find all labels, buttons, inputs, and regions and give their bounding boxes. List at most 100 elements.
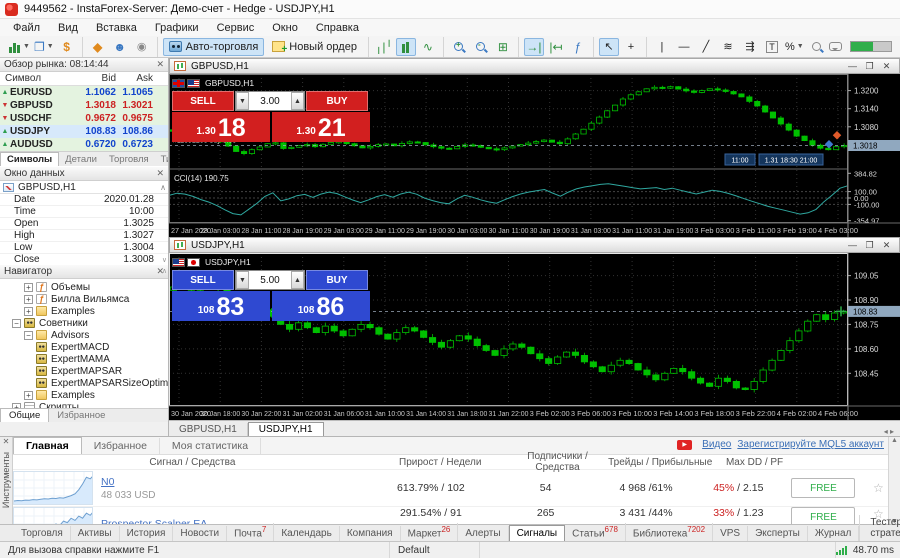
menu-charts[interactable]: Графики [146, 21, 208, 35]
sell-price[interactable]: 1.3018 [172, 112, 270, 142]
search-icon[interactable] [812, 42, 821, 51]
expand-icon[interactable]: + [24, 295, 33, 304]
tab-signals-mystats[interactable]: Моя статистика [160, 438, 261, 454]
tree-item-bill-williams[interactable]: +ƒБилла Вильямса [0, 293, 168, 305]
new-chart-button[interactable]: ▼ [8, 38, 31, 56]
restore-icon[interactable]: ❐ [861, 60, 878, 72]
candles-view-button[interactable] [396, 38, 416, 56]
chat-icon[interactable] [829, 42, 842, 51]
accounts-button[interactable]: $ [57, 38, 77, 56]
tile-windows-button[interactable]: ⊞ [493, 38, 513, 56]
autotrade-button[interactable]: Авто-торговля [163, 38, 265, 56]
tab-company[interactable]: Компания [340, 526, 401, 541]
close-icon[interactable]: ✕ [156, 59, 164, 70]
tab-signals[interactable]: Сигналы [509, 525, 566, 541]
chart-tab-usdjpy[interactable]: USDJPY,H1 [248, 422, 324, 436]
video-icon[interactable]: ▶ [677, 440, 692, 450]
menu-help[interactable]: Справка [307, 21, 368, 35]
sell-price[interactable]: 10883 [172, 291, 270, 321]
community-button[interactable]: ☻ [110, 38, 130, 56]
menu-insert[interactable]: Вставка [87, 21, 146, 35]
chart-window-titlebar[interactable]: USDJPY,H1 — ❐ ✕ [169, 237, 900, 253]
tab-history[interactable]: История [120, 526, 174, 541]
sell-button[interactable]: SELL [172, 270, 234, 290]
tab-mail[interactable]: Почта7 [227, 523, 274, 541]
signal-row[interactable]: N048 033 USD 613.79% / 102 54 4 968 /61%… [13, 470, 888, 507]
volume-stepper[interactable]: ▼ 3.00 ▲ [235, 91, 305, 111]
bars-view-button[interactable]: ╷|╵ [374, 38, 394, 56]
crosshair-tool-button[interactable]: + [621, 38, 641, 56]
favorite-star-icon[interactable]: ☆ [869, 481, 888, 495]
tab-signals-home[interactable]: Главная [13, 437, 82, 454]
tab-trading[interactable]: Торговля [103, 153, 155, 166]
volume-up-icon[interactable]: ▲ [291, 271, 304, 289]
volume-up-icon[interactable]: ▲ [291, 92, 304, 110]
scroll-up-icon[interactable]: ∧ [162, 267, 167, 275]
tree-item-advisors[interactable]: −Advisors [0, 329, 168, 341]
market-watch-row[interactable]: ▼ GBPUSD1.30181.3021 [0, 99, 168, 112]
volume-value[interactable]: 5.00 [249, 271, 291, 289]
broadcast-button[interactable]: ◉ [132, 38, 152, 56]
tree-item-expertmapsarsizeoptim[interactable]: ExpertMAPSARSizeOptim [0, 377, 168, 389]
scroll-down-icon[interactable]: ∨ [162, 256, 167, 264]
expand-icon[interactable]: + [24, 307, 33, 316]
vline-tool-button[interactable]: | [652, 38, 672, 56]
cursor-tool-button[interactable]: ↖ [599, 38, 619, 56]
close-icon[interactable]: ✕ [0, 437, 12, 446]
close-icon[interactable]: ✕ [156, 168, 164, 179]
volume-down-icon[interactable]: ▼ [236, 271, 249, 289]
tab-codebase[interactable]: Библиотека7202 [626, 523, 713, 541]
close-icon[interactable]: ✕ [878, 60, 895, 72]
text-tool-button[interactable]: T [762, 38, 782, 56]
indicators-button[interactable]: ƒ [568, 38, 588, 56]
tree-item-expertmacd[interactable]: ExpertMACD [0, 341, 168, 353]
register-mql5-link[interactable]: Зарегистрируйте MQL5 аккаунт [737, 439, 884, 450]
signal-name-link[interactable]: N0 [101, 476, 155, 488]
chart-shift-button[interactable]: |↤ [546, 38, 566, 56]
channel-tool-button[interactable]: ⇶ [740, 38, 760, 56]
tab-details[interactable]: Детали [59, 153, 103, 166]
line-view-button[interactable]: ∿ [418, 38, 438, 56]
tree-item-experts[interactable]: −Советники [0, 317, 168, 329]
status-profile[interactable]: Default [390, 542, 480, 558]
free-button[interactable]: FREE [791, 507, 855, 524]
volume-down-icon[interactable]: ▼ [236, 92, 249, 110]
signal-row[interactable]: Prospector Scalper EA 291.54% / 91 265 3… [13, 507, 888, 524]
tab-trade[interactable]: Торговля [14, 526, 71, 541]
auto-scroll-button[interactable]: →| [524, 38, 544, 56]
tab-common[interactable]: Общие [0, 408, 49, 422]
buy-price[interactable]: 10886 [272, 291, 370, 321]
trendline-tool-button[interactable]: ╱ [696, 38, 716, 56]
market-watch-row-selected[interactable]: ▲ USDJPY108.83108.86 [0, 125, 168, 138]
collapse-icon[interactable]: − [12, 319, 21, 328]
new-order-button[interactable]: Новый ордер [266, 38, 363, 56]
menu-view[interactable]: Вид [49, 21, 87, 35]
buy-button[interactable]: BUY [306, 91, 368, 111]
tab-journal[interactable]: Журнал [808, 526, 860, 541]
close-icon[interactable]: ✕ [878, 239, 895, 251]
tree-item-volumes[interactable]: +ƒОбъемы∧ [0, 281, 168, 293]
market-watch-row[interactable]: ▲ AUDUSD0.67200.6723 [0, 138, 168, 151]
scroll-up-icon[interactable]: ∧ [160, 183, 168, 192]
volume-value[interactable]: 3.00 [249, 92, 291, 110]
tab-articles[interactable]: Статьи678 [565, 523, 626, 541]
zoom-in-button[interactable]: + [449, 38, 469, 56]
tab-favorites[interactable]: Избранное [49, 409, 113, 422]
chart-tab-gbpusd[interactable]: GBPUSD,H1 [169, 423, 248, 436]
tab-ticks[interactable]: Тики [155, 153, 168, 166]
tab-symbols[interactable]: Символы [0, 152, 59, 166]
fibonacci-tool-button[interactable]: ≋ [718, 38, 738, 56]
sell-button[interactable]: SELL [172, 91, 234, 111]
market-watch-row[interactable]: ▲ EURUSD1.10621.1065 [0, 86, 168, 99]
minimize-icon[interactable]: — [844, 60, 861, 72]
strategy-tester-tab[interactable]: Тестер стратегий [859, 515, 900, 541]
menu-tools[interactable]: Сервис [208, 21, 264, 35]
tab-assets[interactable]: Активы [71, 526, 120, 541]
expand-icon[interactable]: + [24, 391, 33, 400]
tab-alerts[interactable]: Алерты [458, 526, 508, 541]
shapes-tool-button[interactable]: %▼ [784, 38, 805, 56]
signals-scrollbar[interactable]: ▲ ▼ [888, 437, 900, 524]
profiles-button[interactable]: ❐▼ [33, 38, 55, 56]
tab-vps[interactable]: VPS [713, 526, 748, 541]
collapse-icon[interactable]: − [24, 331, 33, 340]
